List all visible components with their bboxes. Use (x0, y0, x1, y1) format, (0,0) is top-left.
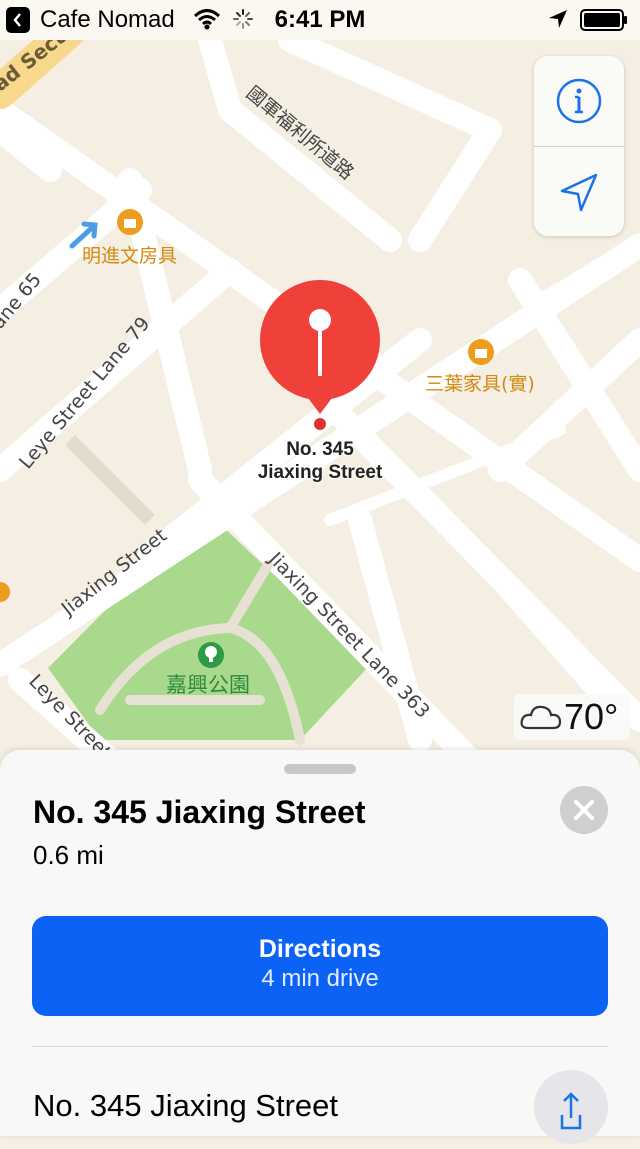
share-button[interactable] (534, 1070, 608, 1144)
sheet-grabber[interactable] (284, 764, 356, 774)
place-distance: 0.6 mi (33, 840, 104, 870)
locate-me-button[interactable] (534, 147, 624, 237)
place-card[interactable]: No. 345 Jiaxing Street 0.6 mi Directions… (0, 750, 640, 1144)
tree-icon (198, 642, 224, 668)
place-title: No. 345 Jiaxing Street (33, 794, 366, 830)
directions-eta: 4 min drive (261, 965, 379, 992)
map-controls (534, 56, 624, 236)
close-button[interactable] (560, 786, 608, 834)
battery-icon (580, 9, 627, 31)
info-icon (556, 78, 602, 124)
directions-label: Directions (258, 935, 382, 963)
directions-button[interactable]: Directions 4 min drive (32, 916, 608, 1016)
share-icon (560, 1092, 582, 1130)
map-label-park: 嘉興公園 (166, 673, 250, 697)
shopping-bag-icon (468, 339, 494, 365)
info-button[interactable] (534, 56, 624, 146)
weather-badge: 70° (514, 694, 630, 740)
place-address[interactable]: No. 345 Jiaxing Street (33, 1088, 338, 1124)
map-label-poi-furniture: 三葉家具(實) (425, 373, 535, 395)
sheet-divider (32, 1046, 608, 1047)
pin-label: No. 345 Jiaxing Street (220, 438, 420, 484)
weather-temp: 70° (564, 696, 619, 737)
map-label-poi-stationery: 明進文房具 (82, 245, 177, 267)
location-arrow-icon (560, 173, 598, 212)
status-time: 6:41 PM (274, 6, 366, 33)
close-icon (574, 800, 594, 820)
cloud-icon (520, 705, 562, 730)
shopping-bag-icon (117, 209, 143, 235)
status-bar: Cafe Nomad 6:41 PM (0, 0, 640, 40)
location-services-icon (549, 10, 567, 28)
pin-label-line2: Jiaxing Street (257, 462, 383, 483)
pin-label-line1: No. 345 (286, 439, 354, 460)
